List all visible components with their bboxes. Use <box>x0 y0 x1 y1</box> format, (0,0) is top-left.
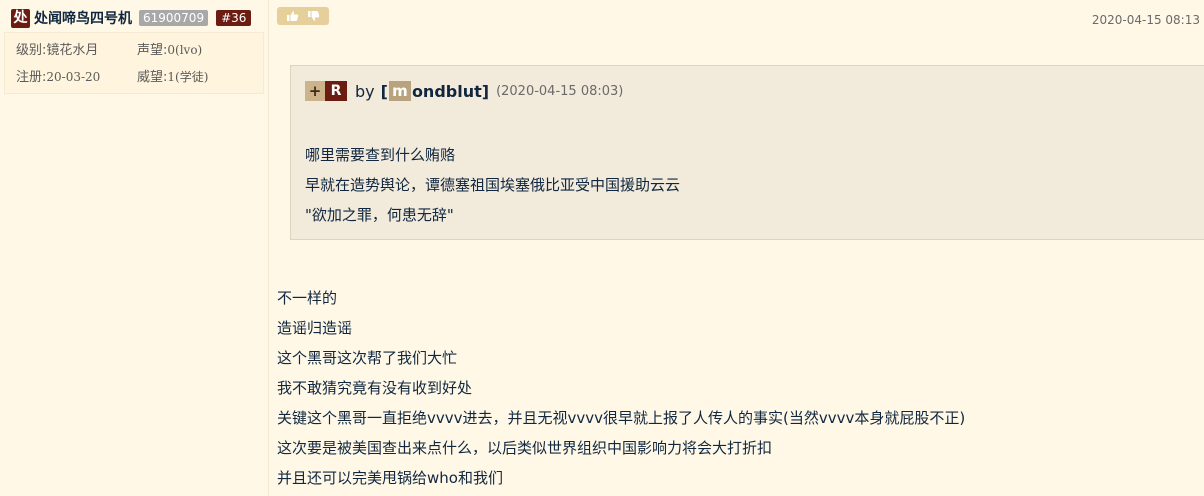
quote-line: 早就在造势舆论，谭德塞祖国埃塞俄比亚受中国援助云云 <box>305 176 681 194</box>
content-line: 并且还可以完美甩锅给who和我们 <box>277 469 503 487</box>
quote-line: 哪里需要查到什么贿赂 <box>305 146 456 164</box>
level-value: 镜花水月 <box>46 43 99 58</box>
quote-block: + R by [ m ondblut ] (2020-04-15 08:03) … <box>290 65 1204 240</box>
quote-user-close: ] <box>481 81 490 101</box>
vote-buttons <box>277 7 329 25</box>
user-info-column: 处 处闻啼鸟四号机 61900709 #36 级别:镜花水月 声望:0(lvo)… <box>0 0 269 496</box>
quote-user-initial: m <box>388 81 411 101</box>
prestige-field: 声望:0(lvo) <box>137 39 202 58</box>
user-stats-row-2: 注册:20-03-20 威望:1(学徒) <box>16 66 208 85</box>
prestige-value: 0(lvo) <box>167 43 203 57</box>
avatar[interactable]: 处 <box>11 8 30 28</box>
content-line: 我不敢猜究竟有没有收到好处 <box>277 379 473 397</box>
user-header: 处 处闻啼鸟四号机 61900709 #36 <box>11 8 252 28</box>
quote-user-open: [ <box>380 81 388 101</box>
reputation-field: 威望:1(学徒) <box>137 66 208 85</box>
quote-line: "欲加之罪，何患无辞" <box>305 206 454 224</box>
reg-label: 注册: <box>16 70 47 85</box>
thumbs-up-icon[interactable] <box>286 10 299 22</box>
username-link[interactable]: 处闻啼鸟四号机 <box>34 8 132 28</box>
level-label: 级别: <box>16 43 47 58</box>
prestige-label: 声望: <box>137 43 168 58</box>
content-line: 关键这个黑哥一直拒绝vvvv进去，并且无视vvvv很早就上报了人传人的事实(当然… <box>277 409 966 427</box>
uid-badge[interactable]: 61900709 <box>139 10 209 26</box>
quote-header: + R by [ m ondblut ] (2020-04-15 08:03) <box>305 80 623 102</box>
content-line: 这次要是被美国查出来点什么，以后类似世界组织中国影响力将会大打折扣 <box>277 439 773 457</box>
content-line: 不一样的 <box>277 289 338 307</box>
content-line: 造谣归造谣 <box>277 319 353 337</box>
thumbs-down-icon[interactable] <box>307 10 320 22</box>
plus-button[interactable]: + <box>305 81 325 101</box>
reputation-label: 威望: <box>137 70 168 85</box>
post-date: 2020-04-15 08:13 <box>1091 13 1200 27</box>
reg-value: 20-03-20 <box>46 70 101 84</box>
quote-user-rest: ondblut <box>411 81 482 101</box>
quote-date: (2020-04-15 08:03) <box>496 83 624 99</box>
user-stats-row-1: 级别:镜花水月 声望:0(lvo) <box>16 39 202 58</box>
content-line: 这个黑哥这次帮了我们大忙 <box>277 349 458 367</box>
floor-badge[interactable]: #36 <box>216 10 252 26</box>
quote-by: by <box>355 81 375 101</box>
reputation-value: 1(学徒) <box>167 70 209 84</box>
reply-r-button[interactable]: R <box>325 81 347 101</box>
quote-username-link[interactable]: [ m ondblut ] <box>381 81 489 101</box>
